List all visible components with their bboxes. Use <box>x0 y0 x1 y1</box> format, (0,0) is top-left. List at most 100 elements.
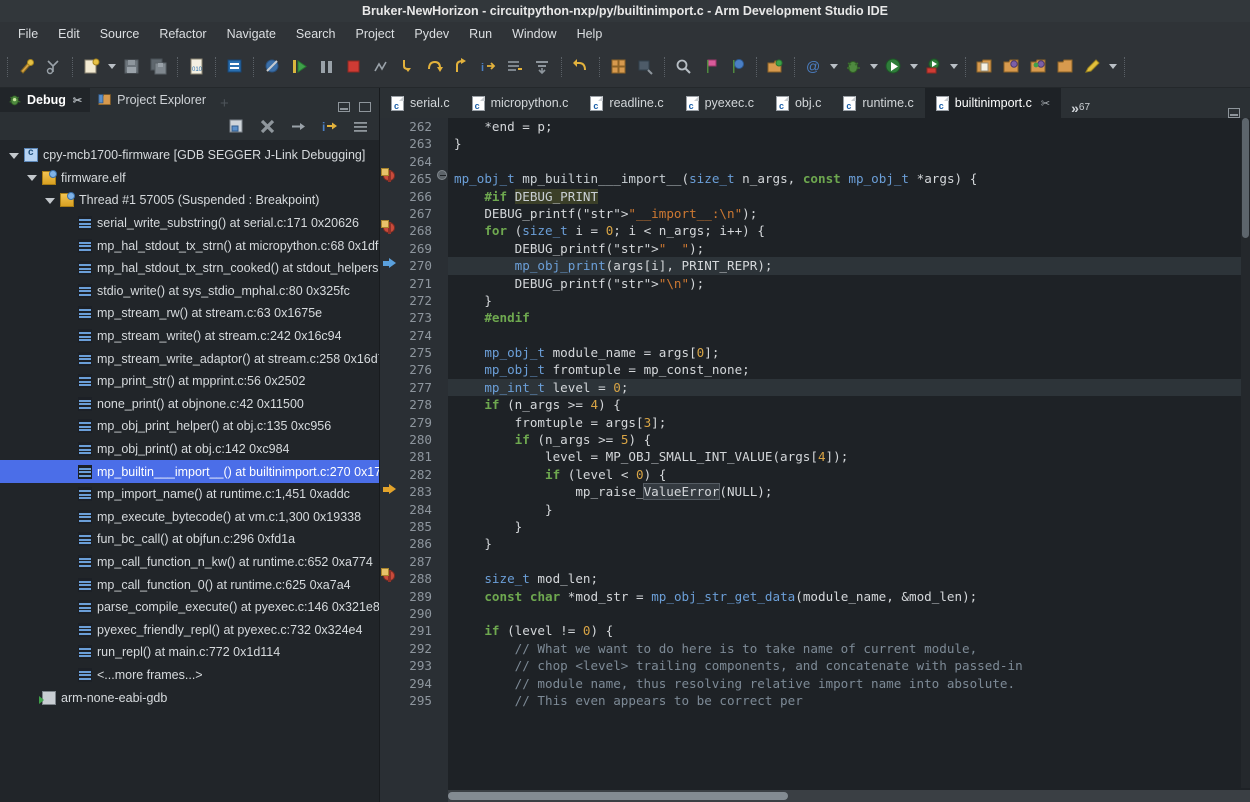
editor-tabstrip[interactable]: serial.c micropython.c readline.c pyexec.c o… <box>380 88 1250 118</box>
expand-twisty-icon[interactable] <box>8 149 21 162</box>
code-line[interactable]: } <box>448 518 1250 535</box>
debug-tree-row[interactable]: run_repl() at main.c:772 0x1d114 <box>0 641 379 664</box>
menu-item-edit[interactable]: Edit <box>48 25 90 43</box>
code-line[interactable]: const char *mod_str = mp_obj_str_get_dat… <box>448 588 1250 605</box>
fold-slot[interactable] <box>436 170 448 187</box>
breakpoint-slot[interactable] <box>380 692 400 709</box>
breakpoint-slot[interactable] <box>380 396 400 413</box>
new-folder-icon[interactable] <box>1052 52 1079 82</box>
editor-horizontal-scrollbar[interactable] <box>448 790 1250 802</box>
code-line[interactable]: // This even appears to be correct per <box>448 692 1250 709</box>
debug-tree-row[interactable]: mp_hal_stdout_tx_strn_cooked() at stdout… <box>0 257 379 280</box>
fold-slot[interactable] <box>436 379 448 396</box>
new-debug-icon[interactable] <box>13 52 40 82</box>
open-task-icon[interactable] <box>1025 52 1052 82</box>
editor-tab-overflow[interactable]: » 67 <box>1061 101 1096 118</box>
debug-tree-row[interactable]: mp_obj_print() at obj.c:142 0xc984 <box>0 438 379 461</box>
expand-twisty-icon[interactable] <box>44 194 57 207</box>
suspend-icon[interactable] <box>313 52 340 82</box>
run-last-icon[interactable] <box>762 52 789 82</box>
fold-slot[interactable] <box>436 309 448 326</box>
fold-slot[interactable] <box>436 501 448 518</box>
step-into-arrow-icon[interactable] <box>290 118 307 135</box>
code-line[interactable]: // What we want to do here is to take na… <box>448 640 1250 657</box>
expand-twisty-icon[interactable] <box>26 171 39 184</box>
breakpoint-slot[interactable] <box>380 535 400 552</box>
breakpoint-slot[interactable] <box>380 501 400 518</box>
fold-slot[interactable] <box>436 118 448 135</box>
debug-tree-row[interactable]: mp_hal_stdout_tx_strn() at micropython.c… <box>0 234 379 257</box>
maximize-icon[interactable] <box>359 102 371 112</box>
code-text-area[interactable]: *end = p;} mp_obj_t mp_builtin___import__… <box>448 118 1250 802</box>
code-line[interactable]: } <box>448 535 1250 552</box>
instruction-stepping-icon[interactable]: i <box>475 52 502 82</box>
annotate-dropdown-icon[interactable] <box>1106 52 1119 82</box>
fold-slot[interactable] <box>436 153 448 170</box>
fold-slot[interactable] <box>436 257 448 274</box>
breakpoint-icon[interactable] <box>381 220 397 236</box>
breakpoint-slot[interactable] <box>380 518 400 535</box>
breakpoint-slot[interactable] <box>380 622 400 639</box>
debug-tree-row[interactable]: mp_stream_rw() at stream.c:63 0x1675e <box>0 302 379 325</box>
code-line[interactable]: if (level != 0) { <box>448 622 1250 639</box>
fold-slot[interactable] <box>436 448 448 465</box>
breakpoint-slot[interactable] <box>380 220 400 239</box>
breakpoint-slot[interactable] <box>380 292 400 309</box>
debug-tree-row[interactable]: mp_builtin___import__() at builtinimport… <box>0 460 379 483</box>
code-line[interactable]: mp_obj_t fromtuple = mp_const_none; <box>448 361 1250 378</box>
run-dropdown-icon[interactable] <box>907 52 920 82</box>
breakpoint-slot[interactable] <box>380 588 400 605</box>
view-menu-icon[interactable] <box>352 118 369 135</box>
breakpoint-slot[interactable] <box>380 327 400 344</box>
debug-tree-row[interactable]: mp_stream_write_adaptor() at stream.c:25… <box>0 347 379 370</box>
debug-tree-row[interactable]: mp_import_name() at runtime.c:1,451 0xad… <box>0 483 379 506</box>
fold-slot[interactable] <box>436 466 448 483</box>
code-line[interactable]: #if DEBUG_PRINT <box>448 188 1250 205</box>
search-icon[interactable] <box>670 52 697 82</box>
collapse-all-icon[interactable] <box>228 118 245 135</box>
external-tools-dropdown-icon[interactable] <box>947 52 960 82</box>
fold-slot[interactable] <box>436 518 448 535</box>
breakpoint-slot[interactable] <box>380 188 400 205</box>
code-line[interactable]: *end = p; <box>448 118 1250 135</box>
code-line[interactable]: DEBUG_printf("str">"__import__:\n"); <box>448 205 1250 222</box>
editor-tab-pyexec-c[interactable]: pyexec.c <box>675 88 765 118</box>
editor-tab-serial-c[interactable]: serial.c <box>380 88 461 118</box>
fold-slot[interactable] <box>436 640 448 657</box>
drop-to-frame-icon[interactable] <box>529 52 556 82</box>
debug-dropdown-icon[interactable] <box>867 52 880 82</box>
debug-tree-row[interactable]: firmware.elf <box>0 167 379 190</box>
menu-item-project[interactable]: Project <box>346 25 405 43</box>
breakpoint-slot[interactable] <box>380 168 400 187</box>
menu-item-navigate[interactable]: Navigate <box>217 25 286 43</box>
fold-slot[interactable] <box>436 414 448 431</box>
code-line[interactable] <box>448 553 1250 570</box>
tab-debug-close-icon[interactable]: ✂ <box>73 94 82 107</box>
breakpoint-slot[interactable] <box>380 361 400 378</box>
menu-item-source[interactable]: Source <box>90 25 150 43</box>
editor-tab-obj-c[interactable]: obj.c <box>765 88 832 118</box>
code-line[interactable]: mp_obj_print(args[i], PRINT_REPR); <box>448 257 1250 275</box>
tab-project-explorer[interactable]: Project Explorer <box>90 88 214 112</box>
breakpoint-slot[interactable] <box>380 257 400 274</box>
code-line[interactable]: size_t mod_len; <box>448 570 1250 587</box>
fold-slot[interactable] <box>436 361 448 378</box>
fold-slot[interactable] <box>436 588 448 605</box>
code-line[interactable]: // module name, thus resolving relative … <box>448 675 1250 692</box>
code-line[interactable]: for (size_t i = 0; i < n_args; i++) { <box>448 222 1250 239</box>
breakpoint-slot[interactable] <box>380 118 400 135</box>
fold-slot[interactable] <box>436 483 448 500</box>
editor-minimize-icon[interactable] <box>1228 108 1240 118</box>
code-line[interactable]: fromtuple = args[3]; <box>448 414 1250 431</box>
build-icon[interactable]: 010 <box>183 52 210 82</box>
menu-item-window[interactable]: Window <box>502 25 566 43</box>
fold-slot[interactable] <box>436 344 448 361</box>
debug-tree-row[interactable]: mp_print_str() at mpprint.c:56 0x2502 <box>0 370 379 393</box>
breakpoint-slot[interactable] <box>380 605 400 622</box>
tab-debug[interactable]: Debug ✂ <box>0 88 91 112</box>
code-line[interactable]: } <box>448 135 1250 152</box>
debug-tree-row[interactable]: pyexec_friendly_repl() at pyexec.c:732 0… <box>0 618 379 641</box>
breakpoint-icon[interactable] <box>381 568 397 584</box>
code-line[interactable]: if (level < 0) { <box>448 466 1250 483</box>
code-editor[interactable]: 262 263 264 265 266 267 268 269 270 271 272 273 274 2… <box>380 118 1250 802</box>
